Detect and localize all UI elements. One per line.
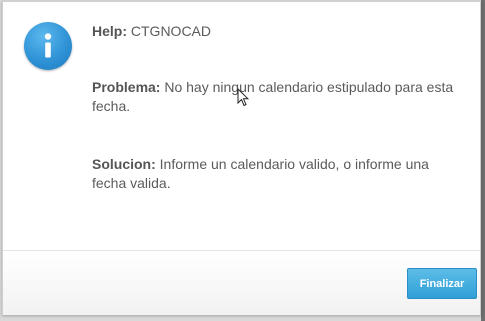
info-icon xyxy=(24,22,72,70)
help-code: CTGNOCAD xyxy=(130,23,212,39)
finalizar-button[interactable]: Finalizar xyxy=(407,268,477,299)
help-title: Help: CTGNOCAD xyxy=(92,22,464,41)
problema-label: Problema: xyxy=(92,79,161,95)
problema-block: Problema: No hay ningun calendario estip… xyxy=(92,78,462,116)
window-edge-shadow xyxy=(481,0,485,321)
dialog-footer: Finalizar xyxy=(3,250,480,315)
dialog-content: Help: CTGNOCAD Problema: No hay ningun c… xyxy=(92,22,464,191)
help-dialog: Help: CTGNOCAD Problema: No hay ningun c… xyxy=(2,1,481,315)
solucion-block: Solucion: Informe un calendario valido, … xyxy=(92,155,462,193)
help-label: Help: xyxy=(92,23,127,39)
solucion-label: Solucion: xyxy=(92,156,156,172)
mouse-cursor-icon xyxy=(237,87,250,112)
